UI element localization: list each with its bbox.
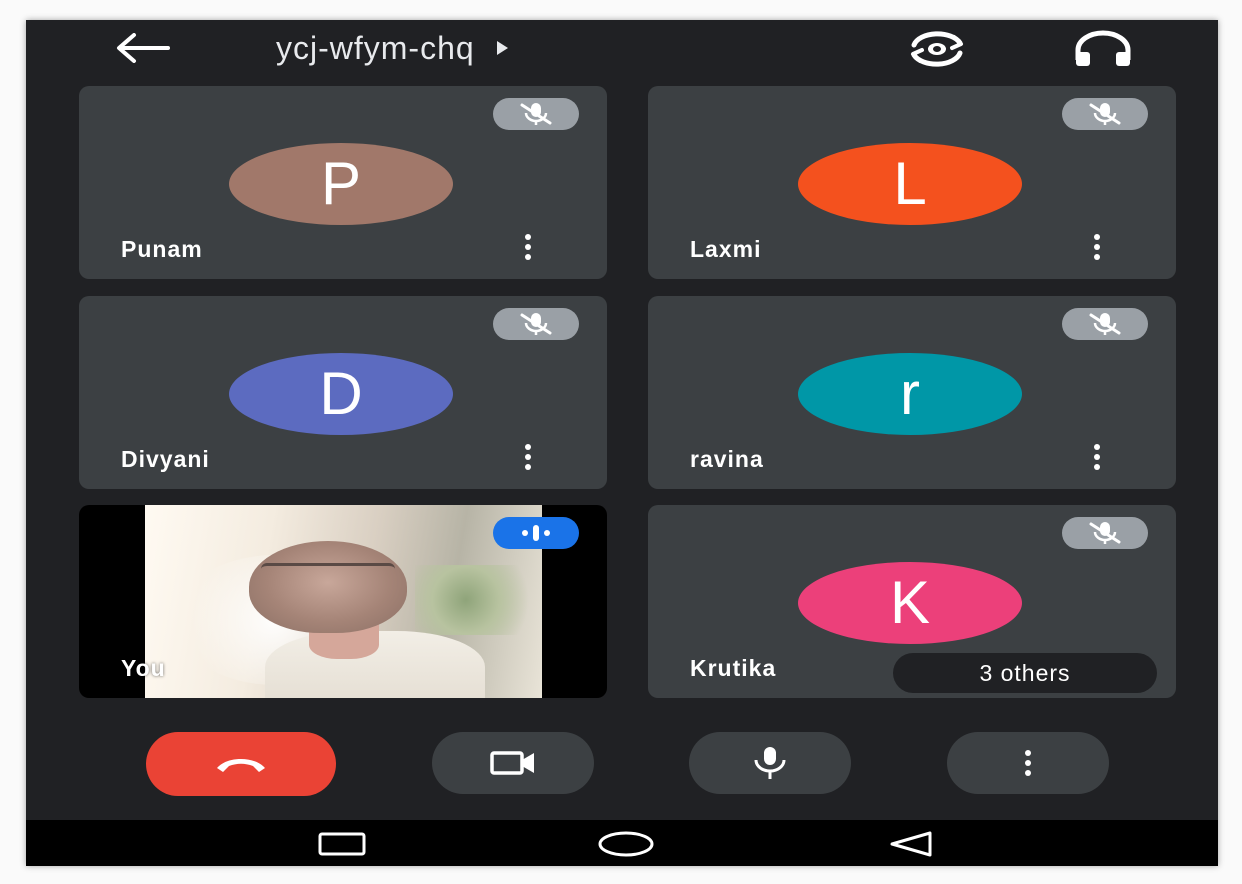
participant-tile[interactable]: P Punam [79, 86, 607, 279]
avatar: P [229, 143, 453, 225]
more-vertical-icon [525, 234, 531, 260]
avatar-initial: D [319, 360, 363, 427]
recents-icon [318, 832, 366, 856]
end-call-button[interactable] [146, 732, 336, 796]
call-controls [26, 732, 1218, 796]
camera-icon [490, 751, 534, 775]
meeting-code-button[interactable]: ycj-wfym-chq [276, 26, 508, 70]
participant-tile[interactable]: K Krutika 3 others [648, 505, 1176, 698]
meet-call-screen: ycj-wfym-chq P Punam L Laxmi D Divyani r… [26, 20, 1218, 866]
participant-more-button[interactable] [513, 226, 543, 268]
more-vertical-icon [1094, 444, 1100, 470]
self-camera-preview [145, 505, 542, 698]
more-vertical-icon [525, 444, 531, 470]
screenshot-frame: ycj-wfym-chq P Punam L Laxmi D Divyani r… [0, 0, 1242, 884]
avatar-initial: K [889, 569, 931, 636]
switch-camera-button[interactable] [902, 26, 972, 72]
headphones-icon [1075, 30, 1131, 66]
mic-off-icon [1089, 522, 1121, 544]
recents-button[interactable] [307, 826, 377, 862]
mic-off-icon [1089, 103, 1121, 125]
system-nav-bar [26, 820, 1218, 866]
avatar-initial: P [320, 150, 362, 217]
back-triangle-icon [890, 831, 932, 857]
participant-name: Punam [121, 236, 203, 262]
participant-name: You [121, 655, 166, 681]
home-button[interactable] [591, 826, 661, 862]
others-button[interactable]: 3 others [893, 653, 1157, 693]
more-vertical-icon [1094, 234, 1100, 260]
avatar: D [229, 353, 453, 435]
muted-badge [1062, 308, 1148, 340]
participant-name: ravina [690, 446, 764, 472]
system-back-button[interactable] [876, 826, 946, 862]
microphone-icon [754, 747, 786, 779]
participant-more-button[interactable] [513, 436, 543, 478]
home-icon [598, 831, 654, 857]
avatar: r [798, 353, 1022, 435]
audio-output-button[interactable] [1070, 26, 1136, 72]
more-vertical-icon [1025, 750, 1031, 776]
mic-off-icon [520, 103, 552, 125]
play-caret-icon [496, 41, 508, 55]
speaking-indicator [493, 517, 579, 549]
mic-off-icon [1089, 313, 1121, 335]
meeting-code: ycj-wfym-chq [276, 29, 475, 66]
arrow-left-icon [117, 33, 170, 63]
camera-toggle-button[interactable] [432, 732, 594, 794]
end-call-icon [217, 759, 265, 772]
more-options-button[interactable] [947, 732, 1109, 794]
mic-off-icon [520, 313, 552, 335]
avatar-initial: r [900, 360, 920, 427]
muted-badge [1062, 98, 1148, 130]
participant-more-button[interactable] [1082, 226, 1112, 268]
participant-name: Krutika [690, 655, 777, 681]
switch-camera-icon [911, 31, 963, 67]
back-button[interactable] [112, 28, 172, 68]
avatar: L [798, 143, 1022, 225]
participant-tile[interactable]: r ravina [648, 296, 1176, 489]
participant-more-button[interactable] [1082, 436, 1112, 478]
participant-name: Divyani [121, 446, 210, 472]
avatar: K [798, 562, 1022, 644]
self-video-tile[interactable]: You [79, 505, 607, 698]
participant-tile[interactable]: D Divyani [79, 296, 607, 489]
muted-badge [493, 98, 579, 130]
avatar-initial: L [893, 150, 927, 217]
muted-badge [1062, 517, 1148, 549]
participant-name: Laxmi [690, 236, 762, 262]
participant-tile[interactable]: L Laxmi [648, 86, 1176, 279]
muted-badge [493, 308, 579, 340]
microphone-toggle-button[interactable] [689, 732, 851, 794]
top-bar: ycj-wfym-chq [26, 20, 1218, 82]
